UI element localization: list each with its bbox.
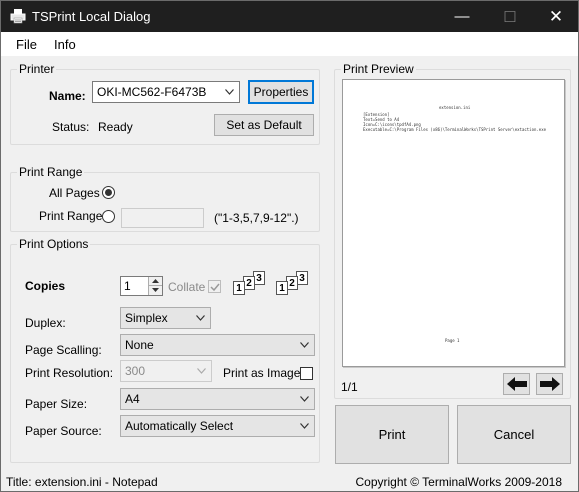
copies-value: 1 <box>124 279 131 293</box>
tsprint-dialog-window: TSPrint Local Dialog — ☐ ✕ File Info Pri… <box>0 0 579 492</box>
print-resolution-select[interactable]: 300 <box>120 360 212 382</box>
page-scaling-label: Page Scalling: <box>25 343 102 357</box>
cancel-button[interactable]: Cancel <box>457 405 571 464</box>
page-icon-1: 1 <box>233 281 245 295</box>
print-as-image-label: Print as Image <box>223 366 301 380</box>
printer-app-icon <box>10 9 26 24</box>
checkmark-icon <box>210 283 220 292</box>
arrow-left-icon <box>506 377 527 391</box>
page-scaling-value: None <box>125 338 154 352</box>
collate-checkbox[interactable] <box>208 280 221 293</box>
paper-source-select[interactable]: Automatically Select <box>120 415 315 437</box>
maximize-button[interactable]: ☐ <box>487 1 533 32</box>
printer-legend: Printer <box>17 62 57 76</box>
duplex-select[interactable]: Simplex <box>120 307 211 329</box>
paper-size-select[interactable]: A4 <box>120 388 315 410</box>
print-range-radio[interactable] <box>102 210 115 223</box>
previous-page-button[interactable] <box>503 373 530 395</box>
chevron-down-icon <box>300 396 309 402</box>
preview-page: extension.ini [Extension] Text=Send to A… <box>342 79 565 367</box>
all-pages-label: All Pages <box>49 186 100 200</box>
print-button[interactable]: Print <box>335 405 449 464</box>
paper-source-label: Paper Source: <box>25 424 102 438</box>
print-range-legend: Print Range <box>17 165 85 179</box>
print-options-legend: Print Options <box>17 237 91 251</box>
set-as-default-button[interactable]: Set as Default <box>214 114 314 136</box>
preview-line-4: Executable=C:\Program Files (x86)\Termin… <box>363 127 547 132</box>
print-resolution-value: 300 <box>125 364 146 378</box>
printer-name-value: OKI-MC562-F6473B <box>97 85 207 99</box>
printer-name-select[interactable]: OKI-MC562-F6473B <box>92 81 240 103</box>
paper-source-value: Automatically Select <box>125 419 234 433</box>
triangle-down-icon <box>152 288 159 292</box>
duplex-label: Duplex: <box>25 316 66 330</box>
menu-bar: File Info <box>1 32 578 56</box>
preview-header: extension.ini <box>439 105 471 110</box>
copies-label: Copies <box>25 279 66 293</box>
collate-label: Collate <box>168 280 206 294</box>
page-scaling-select[interactable]: None <box>120 334 315 356</box>
arrow-right-icon <box>539 377 560 391</box>
copies-up-button[interactable] <box>148 277 162 286</box>
properties-button[interactable]: Properties <box>248 80 314 104</box>
printer-name-label: Name: <box>49 89 86 103</box>
printer-status-label: Status: <box>52 120 90 134</box>
chevron-down-icon <box>197 368 206 374</box>
paper-size-label: Paper Size: <box>25 397 88 411</box>
minimize-button[interactable]: — <box>439 1 485 32</box>
print-resolution-label: Print Resolution: <box>25 366 114 380</box>
menu-file[interactable]: File <box>16 37 37 52</box>
triangle-up-icon <box>152 279 159 283</box>
chevron-down-icon <box>300 342 309 348</box>
window-title: TSPrint Local Dialog <box>32 9 151 24</box>
paper-size-value: A4 <box>125 392 140 406</box>
printer-status-value: Ready <box>98 120 133 134</box>
chevron-down-icon <box>225 89 234 95</box>
collate-pages-icon-1: 3 2 1 <box>231 271 271 297</box>
print-range-input[interactable] <box>121 208 204 228</box>
status-bar: Title: extension.ini - Notepad Copyright… <box>1 471 578 492</box>
print-as-image-checkbox[interactable] <box>300 367 313 380</box>
title-bar[interactable]: TSPrint Local Dialog — ☐ ✕ <box>1 1 578 32</box>
all-pages-radio[interactable] <box>102 186 115 199</box>
page-indicator: 1/1 <box>341 380 358 394</box>
copies-stepper[interactable]: 1 <box>120 276 163 296</box>
chevron-down-icon <box>300 423 309 429</box>
preview-footer: Page 1 <box>445 338 460 343</box>
status-copyright: Copyright © TerminalWorks 2009-2018 <box>355 475 563 489</box>
status-document-title: Title: extension.ini - Notepad <box>6 475 158 489</box>
collate-pages-icon-2: 3 2 1 <box>274 271 314 297</box>
print-range-label: Print Range <box>39 209 103 223</box>
print-range-hint: ("1-3,5,7,9-12".) <box>214 211 299 225</box>
close-button[interactable]: ✕ <box>533 1 579 32</box>
next-page-button[interactable] <box>536 373 563 395</box>
page-icon-1: 1 <box>276 281 288 295</box>
menu-info[interactable]: Info <box>54 37 76 52</box>
print-preview-legend: Print Preview <box>341 62 416 76</box>
duplex-value: Simplex <box>125 311 168 325</box>
copies-down-button[interactable] <box>148 286 162 295</box>
chevron-down-icon <box>196 315 205 321</box>
